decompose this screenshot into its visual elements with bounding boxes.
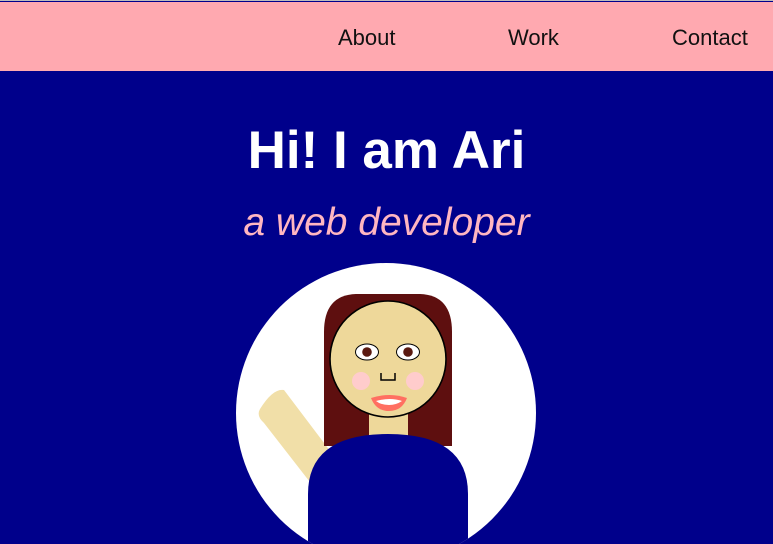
right-cheek-icon (406, 372, 424, 390)
nav-link-about[interactable]: About (338, 24, 396, 52)
nav-link-work[interactable]: Work (508, 24, 559, 52)
nav-link-contact[interactable]: Contact (672, 24, 748, 52)
left-cheek-icon (352, 372, 370, 390)
top-navigation-bar: About Work Contact (0, 2, 773, 71)
hero-subtitle: a web developer (243, 201, 530, 244)
hero-title: Hi! I am Ari (247, 121, 526, 180)
shirt-icon (308, 434, 468, 544)
page: About Work Contact Hi! I am Ari a web de… (0, 0, 773, 544)
avatar-illustration (230, 256, 542, 544)
